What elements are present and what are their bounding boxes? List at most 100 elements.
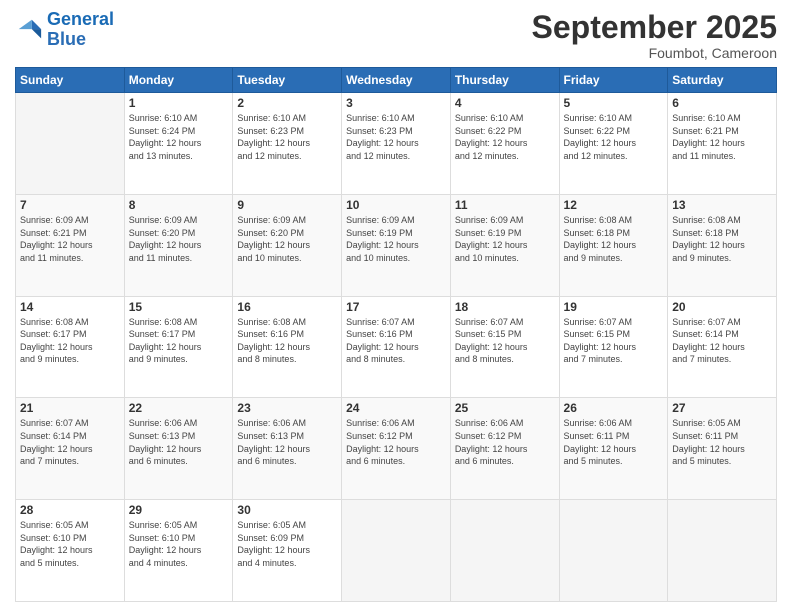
calendar-cell: 25 Sunrise: 6:06 AM Sunset: 6:12 PM Dayli… — [450, 398, 559, 500]
calendar-cell — [342, 500, 451, 602]
calendar-cell: 30 Sunrise: 6:05 AM Sunset: 6:09 PM Dayli… — [233, 500, 342, 602]
calendar-cell: 8 Sunrise: 6:09 AM Sunset: 6:20 PM Daylig… — [124, 194, 233, 296]
day-number: 2 — [237, 96, 337, 110]
calendar-cell: 26 Sunrise: 6:06 AM Sunset: 6:11 PM Dayli… — [559, 398, 668, 500]
day-number: 8 — [129, 198, 229, 212]
day-number: 22 — [129, 401, 229, 415]
day-info: Sunrise: 6:10 AM Sunset: 6:22 PM Dayligh… — [564, 112, 664, 162]
day-number: 10 — [346, 198, 446, 212]
day-number: 11 — [455, 198, 555, 212]
weekday-header-friday: Friday — [559, 68, 668, 93]
logo-line2: Blue — [47, 29, 86, 49]
day-number: 15 — [129, 300, 229, 314]
day-info: Sunrise: 6:10 AM Sunset: 6:23 PM Dayligh… — [237, 112, 337, 162]
logo-line1: General — [47, 9, 114, 29]
title-block: September 2025 Foumbot, Cameroon — [532, 10, 777, 61]
day-info: Sunrise: 6:10 AM Sunset: 6:22 PM Dayligh… — [455, 112, 555, 162]
day-info: Sunrise: 6:09 AM Sunset: 6:20 PM Dayligh… — [129, 214, 229, 264]
day-number: 21 — [20, 401, 120, 415]
day-info: Sunrise: 6:06 AM Sunset: 6:12 PM Dayligh… — [455, 417, 555, 467]
calendar-cell: 13Sunrise: 6:08 AM Sunset: 6:18 PM Dayli… — [668, 194, 777, 296]
day-info: Sunrise: 6:07 AM Sunset: 6:15 PM Dayligh… — [455, 316, 555, 366]
day-number: 13 — [672, 198, 772, 212]
day-info: Sunrise: 6:05 AM Sunset: 6:11 PM Dayligh… — [672, 417, 772, 467]
calendar-cell: 24 Sunrise: 6:06 AM Sunset: 6:12 PM Dayli… — [342, 398, 451, 500]
calendar-cell — [16, 93, 125, 195]
weekday-header-thursday: Thursday — [450, 68, 559, 93]
calendar-cell: 22 Sunrise: 6:06 AM Sunset: 6:13 PM Dayli… — [124, 398, 233, 500]
day-info: Sunrise: 6:09 AM Sunset: 6:19 PM Dayligh… — [455, 214, 555, 264]
calendar-cell — [668, 500, 777, 602]
weekday-header-tuesday: Tuesday — [233, 68, 342, 93]
day-info: Sunrise: 6:07 AM Sunset: 6:14 PM Dayligh… — [20, 417, 120, 467]
calendar-cell: 12 Sunrise: 6:08 AM Sunset: 6:18 PM Dayli… — [559, 194, 668, 296]
day-info: Sunrise: 6:08 AM Sunset: 6:18 PM Dayligh… — [564, 214, 664, 264]
calendar-cell: 16 Sunrise: 6:08 AM Sunset: 6:16 PM Dayli… — [233, 296, 342, 398]
day-number: 30 — [237, 503, 337, 517]
day-info: Sunrise: 6:09 AM Sunset: 6:21 PM Dayligh… — [20, 214, 120, 264]
day-number: 26 — [564, 401, 664, 415]
day-number: 25 — [455, 401, 555, 415]
header: General Blue September 2025 Foumbot, Cam… — [15, 10, 777, 61]
day-info: Sunrise: 6:10 AM Sunset: 6:21 PM Dayligh… — [672, 112, 772, 162]
calendar-cell: 5 Sunrise: 6:10 AM Sunset: 6:22 PM Daylig… — [559, 93, 668, 195]
month-title: September 2025 — [532, 10, 777, 45]
day-info: Sunrise: 6:06 AM Sunset: 6:13 PM Dayligh… — [237, 417, 337, 467]
day-info: Sunrise: 6:07 AM Sunset: 6:16 PM Dayligh… — [346, 316, 446, 366]
day-number: 5 — [564, 96, 664, 110]
day-number: 18 — [455, 300, 555, 314]
weekday-header-saturday: Saturday — [668, 68, 777, 93]
day-info: Sunrise: 6:10 AM Sunset: 6:24 PM Dayligh… — [129, 112, 229, 162]
day-number: 6 — [672, 96, 772, 110]
day-info: Sunrise: 6:07 AM Sunset: 6:15 PM Dayligh… — [564, 316, 664, 366]
calendar-cell: 7 Sunrise: 6:09 AM Sunset: 6:21 PM Daylig… — [16, 194, 125, 296]
day-info: Sunrise: 6:08 AM Sunset: 6:16 PM Dayligh… — [237, 316, 337, 366]
day-info: Sunrise: 6:10 AM Sunset: 6:23 PM Dayligh… — [346, 112, 446, 162]
weekday-header-wednesday: Wednesday — [342, 68, 451, 93]
logo: General Blue — [15, 10, 114, 50]
calendar-cell: 27 Sunrise: 6:05 AM Sunset: 6:11 PM Dayli… — [668, 398, 777, 500]
weekday-header-monday: Monday — [124, 68, 233, 93]
day-number: 9 — [237, 198, 337, 212]
day-number: 20 — [672, 300, 772, 314]
day-info: Sunrise: 6:05 AM Sunset: 6:09 PM Dayligh… — [237, 519, 337, 569]
day-number: 3 — [346, 96, 446, 110]
calendar-week-2: 7 Sunrise: 6:09 AM Sunset: 6:21 PM Daylig… — [16, 194, 777, 296]
calendar-cell: 21 Sunrise: 6:07 AM Sunset: 6:14 PM Dayli… — [16, 398, 125, 500]
calendar-cell: 14Sunrise: 6:08 AM Sunset: 6:17 PM Dayli… — [16, 296, 125, 398]
calendar-cell: 1 Sunrise: 6:10 AM Sunset: 6:24 PM Daylig… — [124, 93, 233, 195]
day-info: Sunrise: 6:05 AM Sunset: 6:10 PM Dayligh… — [129, 519, 229, 569]
day-info: Sunrise: 6:06 AM Sunset: 6:12 PM Dayligh… — [346, 417, 446, 467]
day-info: Sunrise: 6:05 AM Sunset: 6:10 PM Dayligh… — [20, 519, 120, 569]
day-number: 4 — [455, 96, 555, 110]
day-number: 1 — [129, 96, 229, 110]
calendar-cell — [559, 500, 668, 602]
day-number: 7 — [20, 198, 120, 212]
calendar-cell: 6 Sunrise: 6:10 AM Sunset: 6:21 PM Daylig… — [668, 93, 777, 195]
day-number: 27 — [672, 401, 772, 415]
day-number: 28 — [20, 503, 120, 517]
calendar-cell: 3 Sunrise: 6:10 AM Sunset: 6:23 PM Daylig… — [342, 93, 451, 195]
weekday-header-row: SundayMondayTuesdayWednesdayThursdayFrid… — [16, 68, 777, 93]
calendar-cell: 18 Sunrise: 6:07 AM Sunset: 6:15 PM Dayli… — [450, 296, 559, 398]
calendar-cell: 4 Sunrise: 6:10 AM Sunset: 6:22 PM Daylig… — [450, 93, 559, 195]
day-number: 24 — [346, 401, 446, 415]
weekday-header-sunday: Sunday — [16, 68, 125, 93]
calendar-cell: 29Sunrise: 6:05 AM Sunset: 6:10 PM Dayli… — [124, 500, 233, 602]
day-number: 23 — [237, 401, 337, 415]
day-number: 17 — [346, 300, 446, 314]
day-number: 16 — [237, 300, 337, 314]
day-number: 12 — [564, 198, 664, 212]
calendar-cell: 9Sunrise: 6:09 AM Sunset: 6:20 PM Daylig… — [233, 194, 342, 296]
calendar-cell: 10Sunrise: 6:09 AM Sunset: 6:19 PM Dayli… — [342, 194, 451, 296]
calendar-week-3: 14Sunrise: 6:08 AM Sunset: 6:17 PM Dayli… — [16, 296, 777, 398]
location-subtitle: Foumbot, Cameroon — [532, 45, 777, 61]
calendar-cell: 17 Sunrise: 6:07 AM Sunset: 6:16 PM Dayli… — [342, 296, 451, 398]
logo-text: General Blue — [47, 10, 114, 50]
day-info: Sunrise: 6:08 AM Sunset: 6:17 PM Dayligh… — [20, 316, 120, 366]
day-info: Sunrise: 6:06 AM Sunset: 6:13 PM Dayligh… — [129, 417, 229, 467]
calendar-week-4: 21 Sunrise: 6:07 AM Sunset: 6:14 PM Dayli… — [16, 398, 777, 500]
day-info: Sunrise: 6:06 AM Sunset: 6:11 PM Dayligh… — [564, 417, 664, 467]
calendar-cell: 2 Sunrise: 6:10 AM Sunset: 6:23 PM Daylig… — [233, 93, 342, 195]
calendar-cell — [450, 500, 559, 602]
